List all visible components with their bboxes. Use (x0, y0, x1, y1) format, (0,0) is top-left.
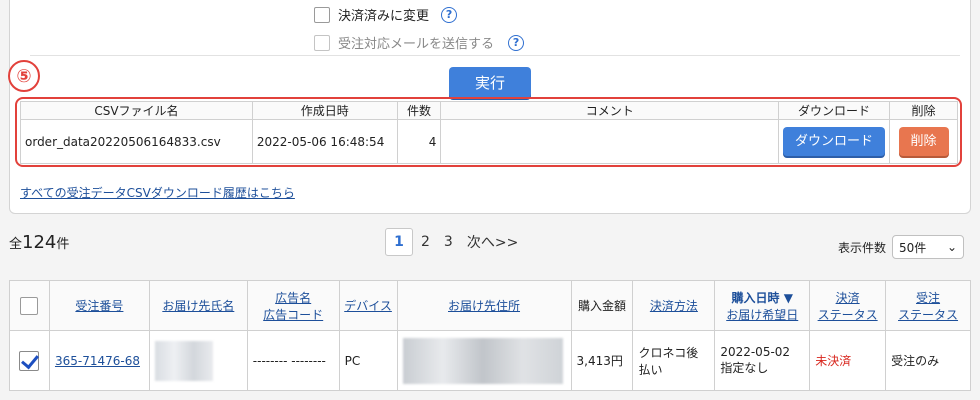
date-cell: 2022-05-02 指定なし (714, 330, 811, 391)
orders-table: 受注番号 お届け先氏名 広告名広告コード デバイス お届け先住所 購入金額 決済… (9, 280, 971, 391)
csv-history-link[interactable]: すべての受注データCSVダウンロード履歴はこちら (20, 184, 295, 201)
per-page-select[interactable]: 50件 ⌄ (892, 235, 965, 259)
send-mail-label: 受注対応メールを送信する (338, 37, 495, 52)
col-ad[interactable]: 広告名 広告コード (246, 280, 340, 331)
table-row: order_data20220506164833.csv 2022-05-06 … (20, 119, 958, 164)
sort-pay-status-2[interactable]: ステータス (818, 308, 878, 322)
per-page-label: 表示件数 (838, 240, 887, 255)
help-icon[interactable]: ? (508, 34, 525, 51)
execute-button[interactable]: 実行 (449, 67, 531, 98)
page-2[interactable]: 2 (421, 234, 430, 250)
sort-ad-name[interactable]: 広告名 (275, 291, 311, 305)
step-marker: ⑤ (8, 60, 40, 92)
total-number: 124 (22, 232, 57, 253)
csv-comment (440, 119, 779, 164)
total-prefix: 全 (9, 237, 23, 252)
send-mail-checkbox (314, 34, 330, 51)
sort-payment[interactable]: 決済方法 (650, 299, 698, 313)
sort-order-status-1[interactable]: 受注 (916, 291, 940, 305)
settled-checkbox[interactable] (314, 6, 330, 23)
sort-order-status-2[interactable]: ステータス (898, 308, 958, 322)
sort-purchase-date[interactable]: 購入日時 ▼ (732, 291, 793, 305)
col-amount: 購入金額 (570, 280, 634, 331)
table-row: 365-71476-68 -------- -------- PC 3,413円… (9, 330, 971, 391)
csv-history-table: CSVファイル名 作成日時 件数 コメント ダウンロード 削除 order_da… (20, 101, 958, 164)
purchase-date: 2022-05-02 (720, 345, 791, 359)
col-comment: コメント (440, 101, 779, 120)
sort-address[interactable]: お届け先住所 (448, 299, 520, 313)
total-suffix: 件 (56, 237, 70, 252)
per-page: 表示件数 50件 ⌄ (838, 235, 965, 259)
row-checkbox[interactable] (19, 350, 40, 371)
page-next[interactable]: 次へ>> (467, 232, 518, 252)
sort-pay-status-1[interactable]: 決済 (836, 291, 860, 305)
csv-created: 2022-05-06 16:48:54 (251, 119, 398, 164)
col-delete: 削除 (889, 101, 958, 120)
select-all-checkbox[interactable] (20, 296, 39, 315)
col-download: ダウンロード (778, 101, 890, 120)
order-number-link[interactable]: 365-71476-68 (55, 354, 140, 368)
col-count: 件数 (396, 101, 442, 120)
table-header-row: 受注番号 お届け先氏名 広告名広告コード デバイス お届け先住所 購入金額 決済… (9, 280, 971, 331)
settled-option[interactable]: 決済済みに変更 ? (314, 5, 458, 24)
delete-button[interactable]: 削除 (898, 127, 949, 156)
recipient-blurred (154, 340, 213, 381)
help-icon[interactable]: ? (441, 6, 458, 23)
device-value: PC (338, 330, 398, 391)
per-page-value: 50件 (899, 240, 927, 255)
payment-value: クロネコ後払い (632, 330, 716, 391)
total-count: 全124件 (9, 232, 69, 253)
ad-value: -------- -------- (246, 330, 340, 391)
chevron-down-icon: ⌄ (946, 240, 958, 254)
page-current[interactable]: 1 (385, 228, 413, 256)
csv-filename: order_data20220506164833.csv (20, 119, 253, 164)
sort-ad-code[interactable]: 広告コード (263, 308, 323, 322)
sort-order-no[interactable]: 受注番号 (75, 299, 123, 313)
col-filename: CSVファイル名 (20, 101, 253, 120)
download-button[interactable]: ダウンロード (783, 127, 885, 156)
pagination: 1 2 3 次へ>> (385, 228, 532, 256)
page-3[interactable]: 3 (444, 234, 453, 250)
pay-status: 未決済 (809, 330, 887, 391)
address-blurred (402, 337, 563, 384)
order-status: 受注のみ (885, 330, 971, 391)
settled-label: 決済済みに変更 (338, 9, 430, 24)
sort-device[interactable]: デバイス (344, 299, 392, 313)
divider (30, 55, 960, 56)
amount-value: 3,413円 (570, 330, 634, 391)
csv-count: 4 (396, 119, 442, 164)
sort-delivery-date[interactable]: お届け希望日 (726, 308, 798, 322)
sort-recipient[interactable]: お届け先氏名 (162, 299, 234, 313)
col-created: 作成日時 (251, 101, 398, 120)
send-mail-option: 受注対応メールを送信する ? (314, 33, 525, 52)
delivery-date: 指定なし (720, 361, 769, 375)
